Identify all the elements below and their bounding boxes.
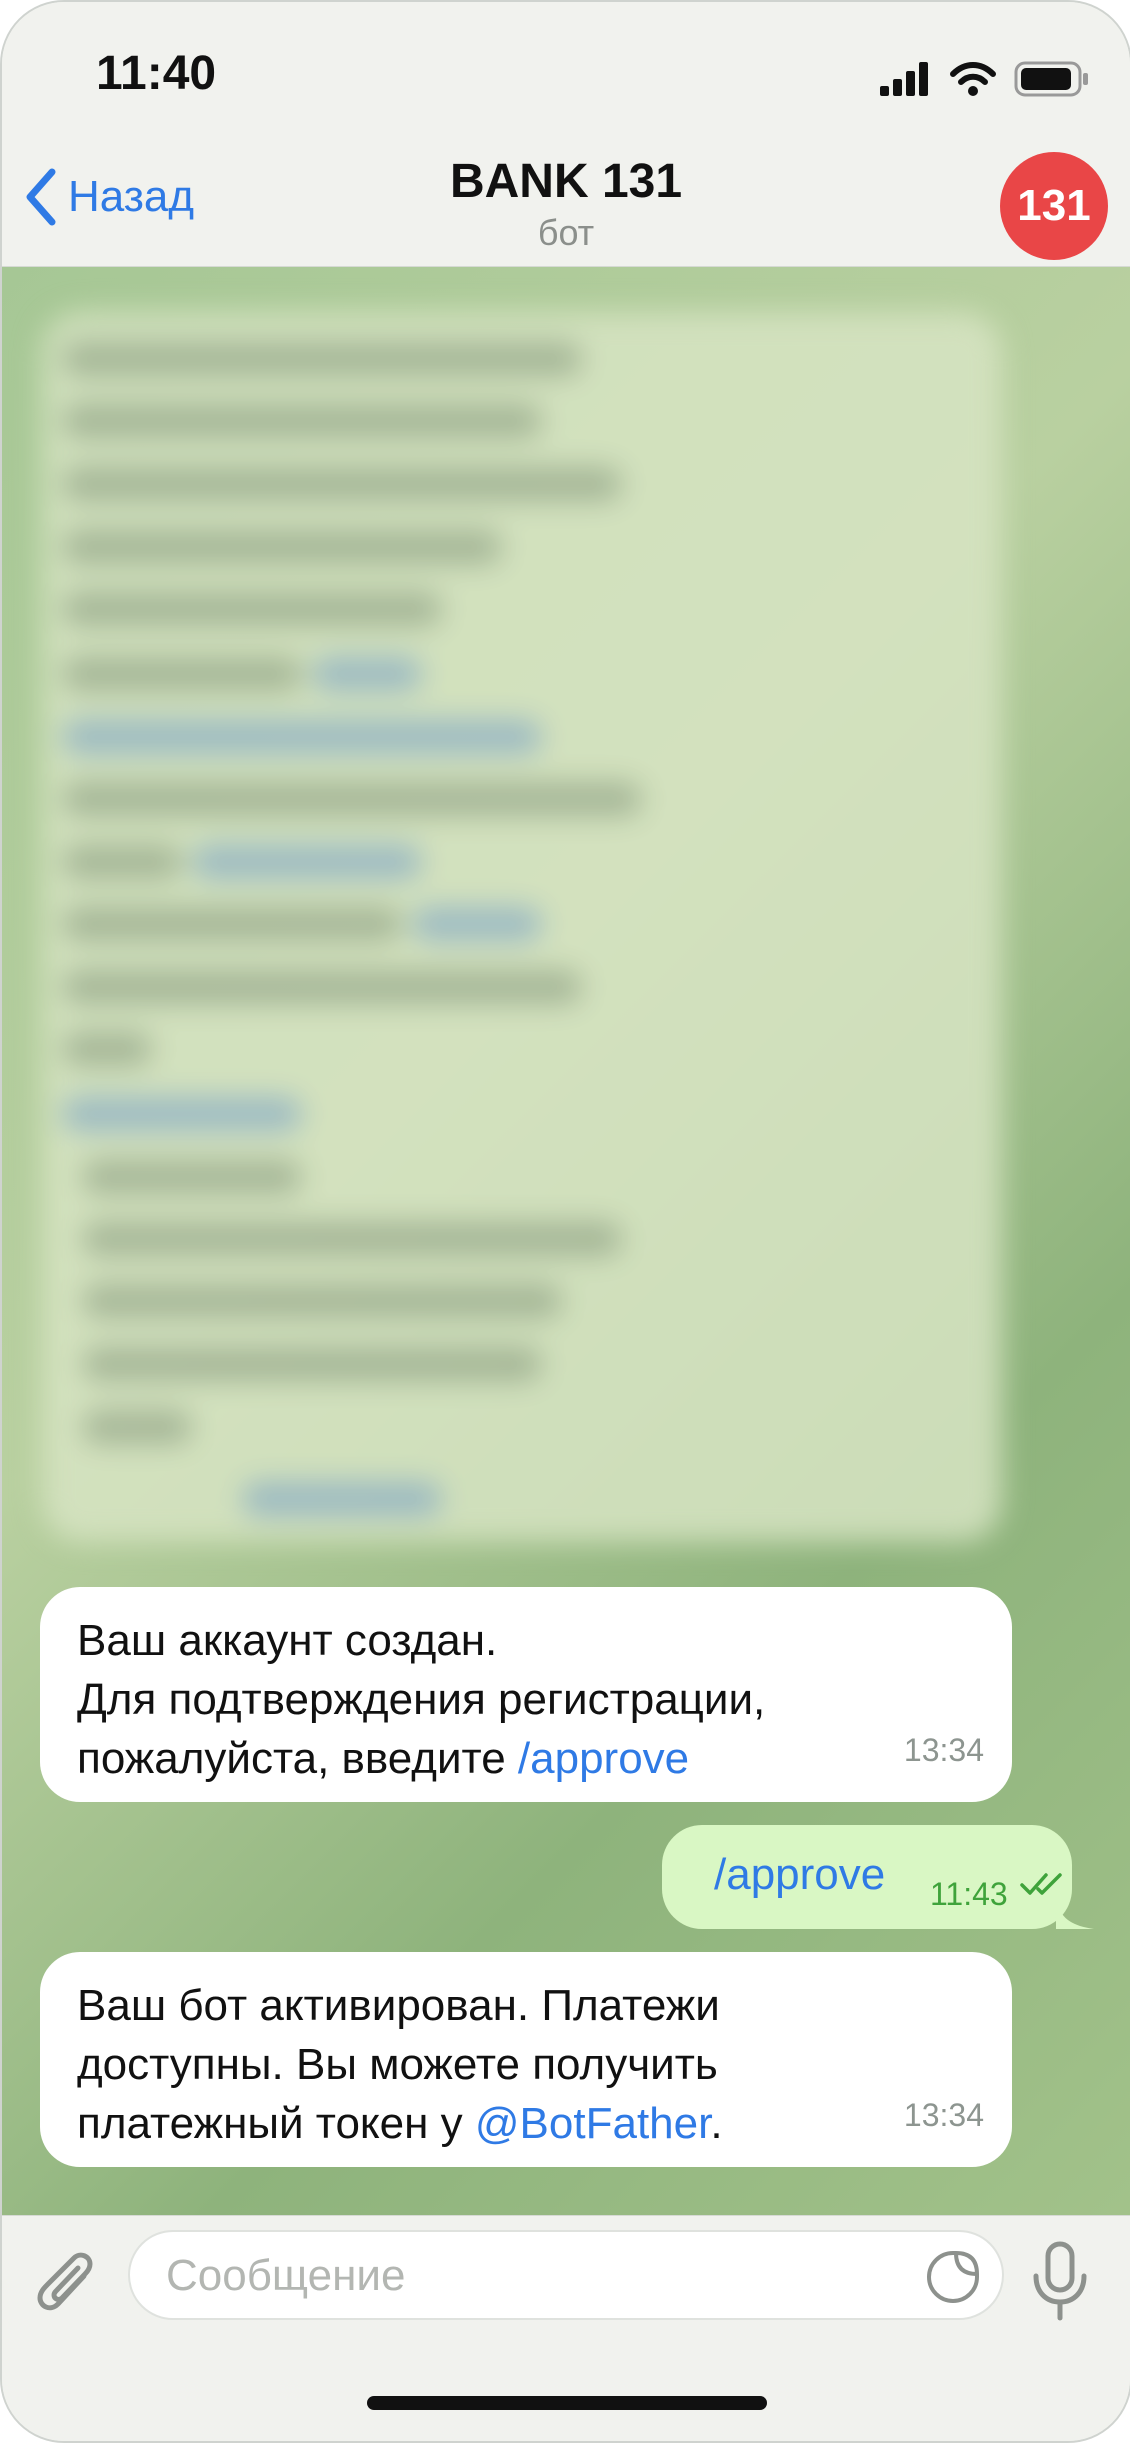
message-input[interactable] xyxy=(164,2232,928,2320)
message-input-container[interactable] xyxy=(128,2230,1004,2320)
chat-header: Назад BANK 131 бот 131 xyxy=(2,142,1130,267)
message-line: Для подтверждения регистрации, xyxy=(77,1675,766,1724)
message-line: платежный токен у xyxy=(77,2099,475,2148)
attachment-icon[interactable] xyxy=(32,2246,102,2326)
wifi-icon xyxy=(950,62,996,96)
avatar-text: 131 xyxy=(1017,181,1091,230)
chat-area[interactable]: Ваш аккаунт создан. Для подтверждения ре… xyxy=(2,267,1130,2215)
message-time: 13:34 xyxy=(903,2097,984,2133)
botfather-link[interactable]: @BotFather xyxy=(475,2099,710,2148)
message-suffix: . xyxy=(710,2099,723,2148)
status-time: 11:40 xyxy=(96,47,217,100)
message-line: Ваш аккаунт создан. xyxy=(77,1616,498,1665)
home-indicator[interactable] xyxy=(367,2396,767,2410)
approve-command-link[interactable]: /approve xyxy=(518,1734,689,1783)
message-line: пожалуйста, введите xyxy=(77,1734,518,1783)
incoming-message[interactable]: Ваш бот активирован. Платежи доступны. В… xyxy=(40,1952,1012,2167)
status-icons xyxy=(880,54,1090,104)
blurred-message xyxy=(42,312,1002,1542)
chat-subtitle: бот xyxy=(537,212,595,253)
outgoing-message[interactable]: /approve 11:43 xyxy=(662,1825,1094,1929)
message-line: доступны. Вы можете получить xyxy=(77,2040,718,2089)
bubble-tail xyxy=(1056,1889,1094,1929)
message-time: 11:43 xyxy=(930,1876,1008,1912)
message-line: Ваш бот активирован. Платежи xyxy=(77,1981,720,2030)
status-bar: 11:40 xyxy=(2,2,1130,142)
phone-frame: 11:40 Назад BANK 131 бот 131 Ваш аккаунт… xyxy=(0,0,1130,2443)
message-time: 13:34 xyxy=(903,1732,984,1768)
battery-icon xyxy=(1014,61,1088,97)
chat-title: BANK 131 xyxy=(449,155,683,208)
incoming-message[interactable]: Ваш аккаунт создан. Для подтверждения ре… xyxy=(40,1587,1012,1802)
microphone-icon[interactable] xyxy=(1030,2240,1090,2324)
cellular-signal-icon xyxy=(880,62,928,96)
sticker-icon[interactable] xyxy=(926,2250,980,2304)
approve-command-link[interactable]: /approve xyxy=(714,1845,885,1904)
avatar[interactable]: 131 xyxy=(1000,152,1108,260)
